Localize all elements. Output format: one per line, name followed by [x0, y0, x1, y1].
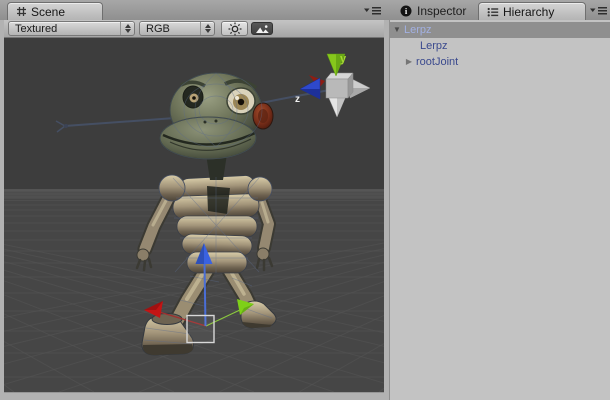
disclosure-collapsed-icon[interactable]: ▶ — [404, 54, 414, 70]
hierarchy-panel: ▼ Lerpz Lerpz ▶ rootJoint — [390, 20, 610, 400]
grid-icon — [17, 7, 26, 16]
hierarchy-panel-menu-icon[interactable] — [590, 6, 608, 16]
scene-viewport[interactable]: y z — [4, 38, 384, 392]
bottom-frame — [0, 392, 384, 400]
overlay-toggle-button[interactable] — [251, 22, 273, 35]
tab-inspector[interactable]: i Inspector — [394, 2, 472, 20]
tab-inspector-label: Inspector — [417, 4, 467, 18]
tab-scene[interactable]: Scene — [7, 2, 103, 20]
scene-render: y z — [4, 38, 384, 392]
info-icon: i — [400, 5, 412, 17]
z-axis-label: z — [295, 94, 300, 105]
lighting-toggle-button[interactable] — [221, 21, 248, 36]
scene-toolbar: Textured RGB — [4, 20, 384, 38]
up-down-arrows-icon — [120, 22, 134, 35]
image-icon — [255, 24, 269, 33]
y-axis-label: y — [340, 53, 347, 65]
tab-hierarchy[interactable]: Hierarchy — [478, 2, 586, 20]
render-mode-value: Textured — [15, 22, 58, 35]
hierarchy-row-label: Lerpz — [420, 40, 448, 52]
sun-icon — [228, 22, 241, 35]
tab-scene-label: Scene — [31, 4, 66, 19]
disclosure-expanded-icon[interactable]: ▼ — [392, 22, 402, 38]
up-down-arrows-icon — [200, 22, 214, 35]
hierarchy-row-label: rootJoint — [416, 56, 459, 68]
scene-panel-menu-icon[interactable] — [364, 6, 382, 16]
plane-handle[interactable] — [186, 314, 215, 344]
color-mode-dropdown[interactable]: RGB — [139, 21, 215, 36]
hierarchy-row-label: Lerpz — [404, 24, 432, 36]
render-mode-dropdown[interactable]: Textured — [8, 21, 135, 36]
hierarchy-row-rootjoint[interactable]: ▶ rootJoint — [390, 54, 610, 70]
gizmo-cube-front[interactable] — [325, 78, 349, 99]
list-icon — [487, 7, 499, 16]
tab-hierarchy-label: Hierarchy — [503, 4, 555, 19]
hierarchy-row-lerpz-child[interactable]: Lerpz — [390, 38, 610, 54]
hierarchy-row-lerpz-root[interactable]: ▼ Lerpz — [390, 22, 610, 38]
color-mode-value: RGB — [146, 22, 170, 35]
unity-editor-window: Scene i Inspector Hierarchy Textured RGB — [0, 0, 610, 400]
